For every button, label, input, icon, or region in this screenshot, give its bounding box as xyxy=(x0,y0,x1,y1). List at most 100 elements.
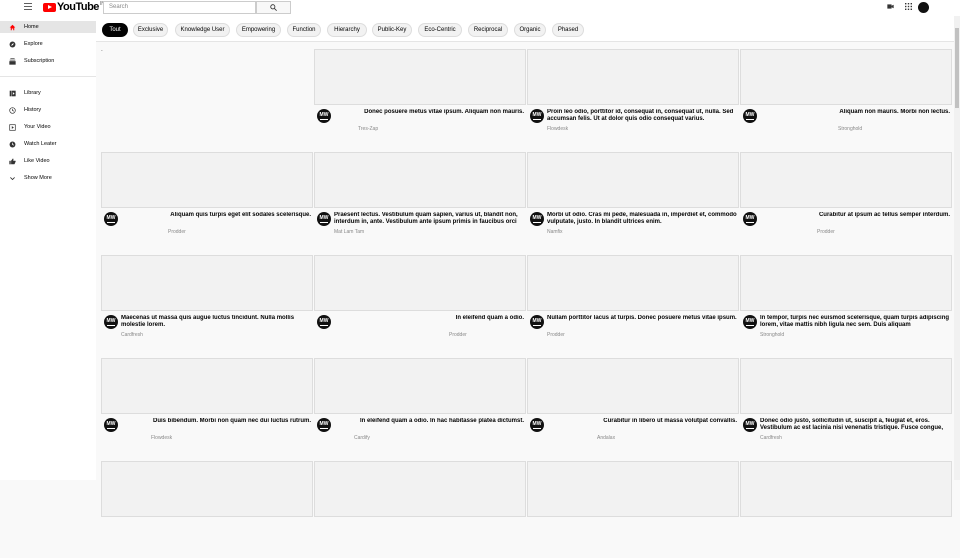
channel-avatar[interactable]: MW xyxy=(104,315,118,329)
video-title[interactable]: Donec odio justo, sollicitudin ut, susci… xyxy=(760,418,950,432)
sidebar-item-home[interactable]: Home xyxy=(0,21,96,33)
video-thumbnail[interactable] xyxy=(314,461,526,517)
video-card[interactable]: MW Donec odio justo, sollicitudin ut, su… xyxy=(735,351,952,455)
apps-icon[interactable] xyxy=(905,3,912,10)
chip-tout[interactable]: Tout xyxy=(102,23,128,37)
sidebar-item-explore[interactable]: Explore xyxy=(0,38,96,50)
channel-name[interactable]: Tres-Zap xyxy=(358,126,378,132)
channel-name[interactable]: Cardify xyxy=(354,435,370,441)
video-thumbnail[interactable] xyxy=(101,255,313,311)
chip-eco-centric[interactable]: Eco-Centric xyxy=(418,23,462,37)
channel-avatar[interactable]: MW xyxy=(104,418,118,432)
video-title[interactable]: In eleifend quam a odio. In hac habitass… xyxy=(334,418,524,432)
video-title[interactable]: Morbi ut odio. Cras mi pede, malesuada i… xyxy=(547,212,737,226)
video-card[interactable]: MW Aliquam quis turpis eget elit sodales… xyxy=(96,145,313,249)
channel-avatar[interactable]: MW xyxy=(743,212,757,226)
video-title[interactable]: Aliquam quis turpis eget elit sodales sc… xyxy=(121,212,311,226)
video-card[interactable]: MW Curabitur at ipsum ac tellus semper i… xyxy=(735,145,952,249)
channel-avatar[interactable]: MW xyxy=(530,109,544,123)
video-card[interactable]: MW In tempor, turpis nec euismod sceleri… xyxy=(735,248,952,352)
channel-name[interactable]: Flowdesk xyxy=(547,126,568,132)
channel-avatar[interactable]: MW xyxy=(743,315,757,329)
video-thumbnail[interactable] xyxy=(527,358,739,414)
sidebar-item-history[interactable]: History xyxy=(0,104,96,116)
video-card[interactable]: MW Nullam porttitor lacus at turpis. Don… xyxy=(522,248,739,352)
video-thumbnail[interactable] xyxy=(314,152,526,208)
chip-function[interactable]: Function xyxy=(287,23,321,37)
chip-public-key[interactable]: Public-Key xyxy=(372,23,412,37)
channel-avatar[interactable]: MW xyxy=(530,418,544,432)
video-thumbnail[interactable] xyxy=(740,152,952,208)
video-title[interactable]: Duis bibendum. Morbi non quam nec dui lu… xyxy=(121,418,311,432)
channel-name[interactable]: Mat Lam Tam xyxy=(334,229,364,235)
create-video-icon[interactable] xyxy=(887,3,894,10)
video-title[interactable]: Curabitur in libero ut massa volutpat co… xyxy=(547,418,737,432)
video-card[interactable]: MW In eleifend quam a odio. Prodder xyxy=(309,248,526,352)
video-title[interactable]: In eleifend quam a odio. xyxy=(334,315,524,329)
chip-exclusive[interactable]: Exclusive xyxy=(133,23,168,37)
channel-name[interactable]: Cardfresh xyxy=(121,332,143,338)
video-title[interactable]: Praesent lectus. Vestibulum quam sapien,… xyxy=(334,212,524,226)
video-card[interactable] xyxy=(309,454,526,558)
video-thumbnail[interactable] xyxy=(740,461,952,517)
channel-name[interactable]: Cardfresh xyxy=(760,435,782,441)
video-title[interactable]: Nullam porttitor lacus at turpis. Donec … xyxy=(547,315,737,329)
channel-avatar[interactable]: MW xyxy=(317,109,331,123)
video-title[interactable]: Aliquam non mauris. Morbi non lectus. xyxy=(760,109,950,123)
video-title[interactable]: Proin leo odio, porttitor id, consequat … xyxy=(547,109,737,123)
video-card[interactable]: MW Maecenas ut massa quis augue luctus t… xyxy=(96,248,313,352)
channel-avatar[interactable]: MW xyxy=(317,212,331,226)
sidebar-item-subscription[interactable]: Subscription xyxy=(0,55,96,67)
video-thumbnail[interactable] xyxy=(527,255,739,311)
video-thumbnail[interactable] xyxy=(527,49,739,105)
account-avatar[interactable] xyxy=(918,2,929,13)
video-thumbnail[interactable] xyxy=(101,461,313,517)
channel-avatar[interactable]: MW xyxy=(530,315,544,329)
video-card[interactable]: MW In eleifend quam a odio. In hac habit… xyxy=(309,351,526,455)
search-button[interactable] xyxy=(256,1,291,14)
video-card[interactable]: MW Praesent lectus. Vestibulum quam sapi… xyxy=(309,145,526,249)
sidebar-item-watch-later[interactable]: Watch Leater xyxy=(0,138,96,150)
channel-avatar[interactable]: MW xyxy=(104,212,118,226)
channel-name[interactable]: Stronghold xyxy=(838,126,862,132)
menu-icon[interactable] xyxy=(24,3,32,11)
video-thumbnail[interactable] xyxy=(101,358,313,414)
channel-name[interactable]: Prodder xyxy=(547,332,565,338)
video-title[interactable]: Donec posuere metus vitae ipsum. Aliquam… xyxy=(334,109,524,123)
video-card[interactable] xyxy=(96,454,313,558)
youtube-logo[interactable]: YouTube IN xyxy=(43,1,105,13)
video-card[interactable] xyxy=(522,454,739,558)
channel-name[interactable]: Prodder xyxy=(168,229,186,235)
video-thumbnail[interactable] xyxy=(101,152,313,208)
video-card[interactable]: MW Donec posuere metus vitae ipsum. Aliq… xyxy=(309,42,526,146)
sidebar-item-your-video[interactable]: Your Video xyxy=(0,121,96,133)
chip-reciprocal[interactable]: Reciprocal xyxy=(468,23,508,37)
chip-hierarchy[interactable]: Hierarchy xyxy=(327,23,367,37)
chip-phased[interactable]: Phased xyxy=(552,23,584,37)
scrollbar-thumb[interactable] xyxy=(955,28,959,108)
video-title[interactable]: Maecenas ut massa quis augue luctus tinc… xyxy=(121,315,311,329)
video-thumbnail[interactable] xyxy=(740,49,952,105)
video-card[interactable]: MW Proin leo odio, porttitor id, consequ… xyxy=(522,42,739,146)
channel-name[interactable]: Namfix xyxy=(547,229,563,235)
sidebar-item-library[interactable]: Library xyxy=(0,87,96,99)
channel-name[interactable]: Andalax xyxy=(597,435,615,441)
video-thumbnail[interactable] xyxy=(740,358,952,414)
video-thumbnail[interactable] xyxy=(314,49,526,105)
video-thumbnail[interactable] xyxy=(314,255,526,311)
chip-organic[interactable]: Organic xyxy=(514,23,546,37)
chip-knowledge-user[interactable]: Knowledge User xyxy=(175,23,230,37)
video-title[interactable]: In tempor, turpis nec euismod scelerisqu… xyxy=(760,315,950,329)
video-thumbnail[interactable] xyxy=(314,358,526,414)
sidebar-item-like-video[interactable]: Like Video xyxy=(0,155,96,167)
channel-avatar[interactable]: MW xyxy=(317,315,331,329)
channel-name[interactable]: Flowdesk xyxy=(151,435,172,441)
video-card[interactable]: MW Duis bibendum. Morbi non quam nec dui… xyxy=(96,351,313,455)
sidebar-item-show-more[interactable]: Show More xyxy=(0,172,96,184)
video-card[interactable]: MW Morbi ut odio. Cras mi pede, malesuad… xyxy=(522,145,739,249)
video-card[interactable]: - xyxy=(96,42,308,146)
video-title[interactable]: Curabitur at ipsum ac tellus semper inte… xyxy=(760,212,950,226)
video-card[interactable]: MW Curabitur in libero ut massa volutpat… xyxy=(522,351,739,455)
search-input[interactable]: Search xyxy=(103,1,256,14)
video-card[interactable]: MW Aliquam non mauris. Morbi non lectus.… xyxy=(735,42,952,146)
